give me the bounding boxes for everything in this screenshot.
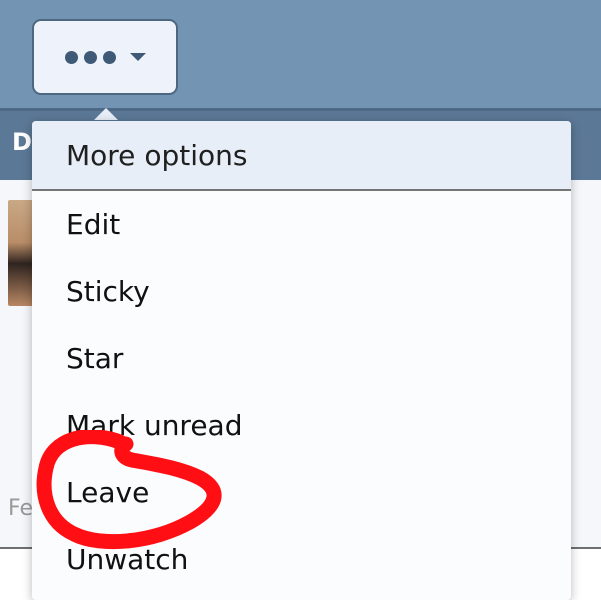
menu-item-mark-unread[interactable]: Mark unread — [32, 392, 571, 459]
thread-header-title: D — [12, 128, 32, 156]
more-options-button[interactable] — [32, 19, 178, 95]
chevron-down-icon — [129, 53, 146, 61]
more-options-menu: More options Edit Sticky Star Mark unrea… — [32, 121, 571, 600]
menu-title: More options — [32, 121, 571, 191]
avatar[interactable] — [8, 200, 34, 306]
screen: D Fe More options Edit Sticky Star Mark … — [0, 0, 601, 600]
menu-item-edit[interactable]: Edit — [32, 191, 571, 258]
more-horizontal-icon — [64, 50, 116, 64]
post-date: Fe — [8, 496, 33, 521]
menu-pointer — [94, 108, 118, 120]
dot — [102, 50, 116, 64]
menu-item-sticky[interactable]: Sticky — [32, 258, 571, 325]
dot — [64, 50, 78, 64]
menu-item-unwatch[interactable]: Unwatch — [32, 526, 571, 593]
menu-item-star[interactable]: Star — [32, 325, 571, 392]
dot — [83, 50, 97, 64]
menu-item-leave[interactable]: Leave — [32, 459, 571, 526]
